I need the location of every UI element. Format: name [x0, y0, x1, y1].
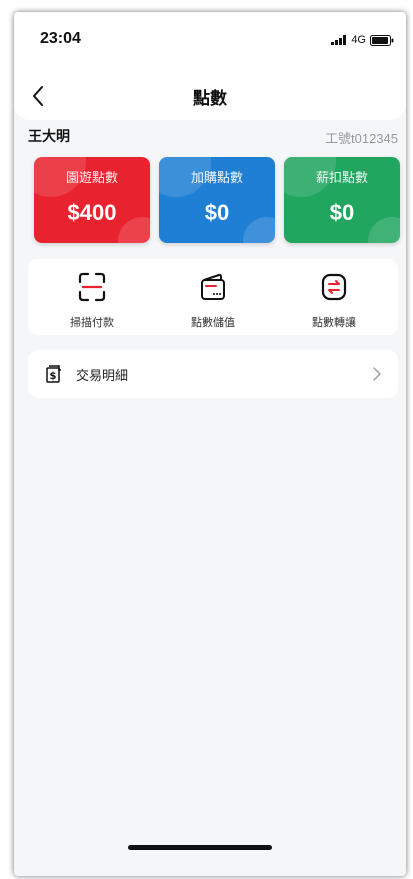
transfer-icon: [321, 273, 347, 301]
quick-actions: 掃描付款 點數儲值 點數轉讓: [28, 259, 398, 335]
card-value: $400: [67, 200, 117, 225]
svg-text:$: $: [50, 371, 57, 382]
wallet-icon: [201, 273, 225, 300]
card-value: $0: [204, 200, 230, 225]
card-label: 加購點數: [190, 171, 243, 186]
transfer-button[interactable]: 點數轉讓: [274, 259, 394, 335]
status-indicators: 4G: [331, 34, 394, 46]
scan-pay-button[interactable]: 掃描付款: [32, 259, 152, 335]
top-up-button[interactable]: 點數儲值: [153, 259, 273, 335]
status-time: 23:04: [40, 30, 81, 47]
network-type: 4G: [351, 34, 366, 46]
user-info: 王大明 工號t012345: [28, 126, 398, 148]
phone-frame: 23:04 4G 點數 王大明 工號t012345 園遊點數 $400 加購點數…: [14, 12, 406, 876]
status-bar: 23:04 4G: [14, 12, 406, 72]
card-addon-points[interactable]: 加購點數 $0: [159, 157, 275, 243]
card-label: 園遊點數: [65, 171, 118, 186]
card-payroll-points[interactable]: 薪扣點數 $0: [284, 157, 400, 243]
action-label: 掃描付款: [70, 316, 114, 329]
card-value: $0: [329, 200, 355, 225]
chevron-right-icon: [373, 367, 381, 381]
transaction-details-label: 交易明細: [76, 369, 129, 384]
scan-icon: [78, 272, 106, 302]
employee-number: 工號t012345: [325, 131, 398, 146]
card-label: 薪扣點數: [315, 171, 368, 186]
receipt-dollar-icon: $: [46, 365, 61, 383]
user-name: 王大明: [28, 129, 70, 145]
transaction-details-row[interactable]: $ 交易明細: [28, 350, 398, 398]
signal-icon: [331, 35, 347, 45]
points-cards: 園遊點數 $400 加購點數 $0 薪扣點數 $0: [34, 157, 400, 243]
battery-icon: [370, 34, 394, 46]
action-label: 點數轉讓: [312, 316, 356, 329]
action-label: 點數儲值: [191, 316, 235, 329]
card-event-points[interactable]: 園遊點數 $400: [34, 157, 150, 243]
page-title: 點數: [193, 89, 227, 109]
home-indicator[interactable]: [128, 845, 272, 850]
nav-header: 點數: [14, 72, 406, 120]
